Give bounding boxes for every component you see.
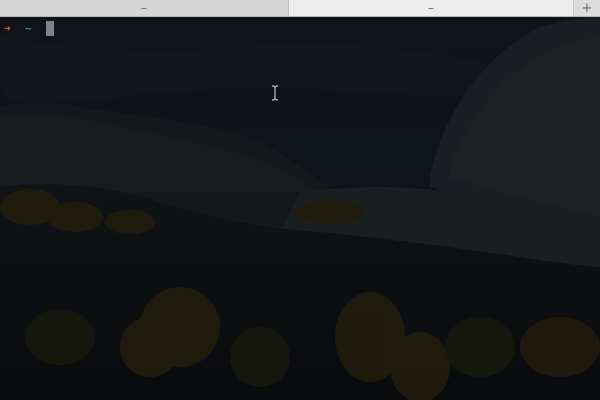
tab-title: ~ — [140, 3, 148, 13]
block-cursor — [46, 20, 54, 36]
tab-1[interactable]: ~ — [0, 0, 289, 16]
i-beam-cursor-icon — [271, 85, 279, 101]
tab-bar: ~ ~ + — [0, 0, 600, 17]
prompt-arrow-icon: ➜ — [4, 21, 11, 35]
new-tab-button[interactable]: + — [574, 0, 600, 16]
prompt-line: ➜ ~ — [4, 20, 54, 36]
background-landscape-image — [0, 17, 600, 400]
terminal-body[interactable]: ➜ ~ — [0, 17, 600, 400]
tab-2[interactable]: ~ — [289, 0, 574, 16]
terminal-window: ~ ~ + ➜ ~ — [0, 0, 600, 400]
current-directory: ~ — [25, 21, 32, 35]
plus-icon: + — [581, 0, 593, 16]
tab-title: ~ — [427, 3, 435, 13]
